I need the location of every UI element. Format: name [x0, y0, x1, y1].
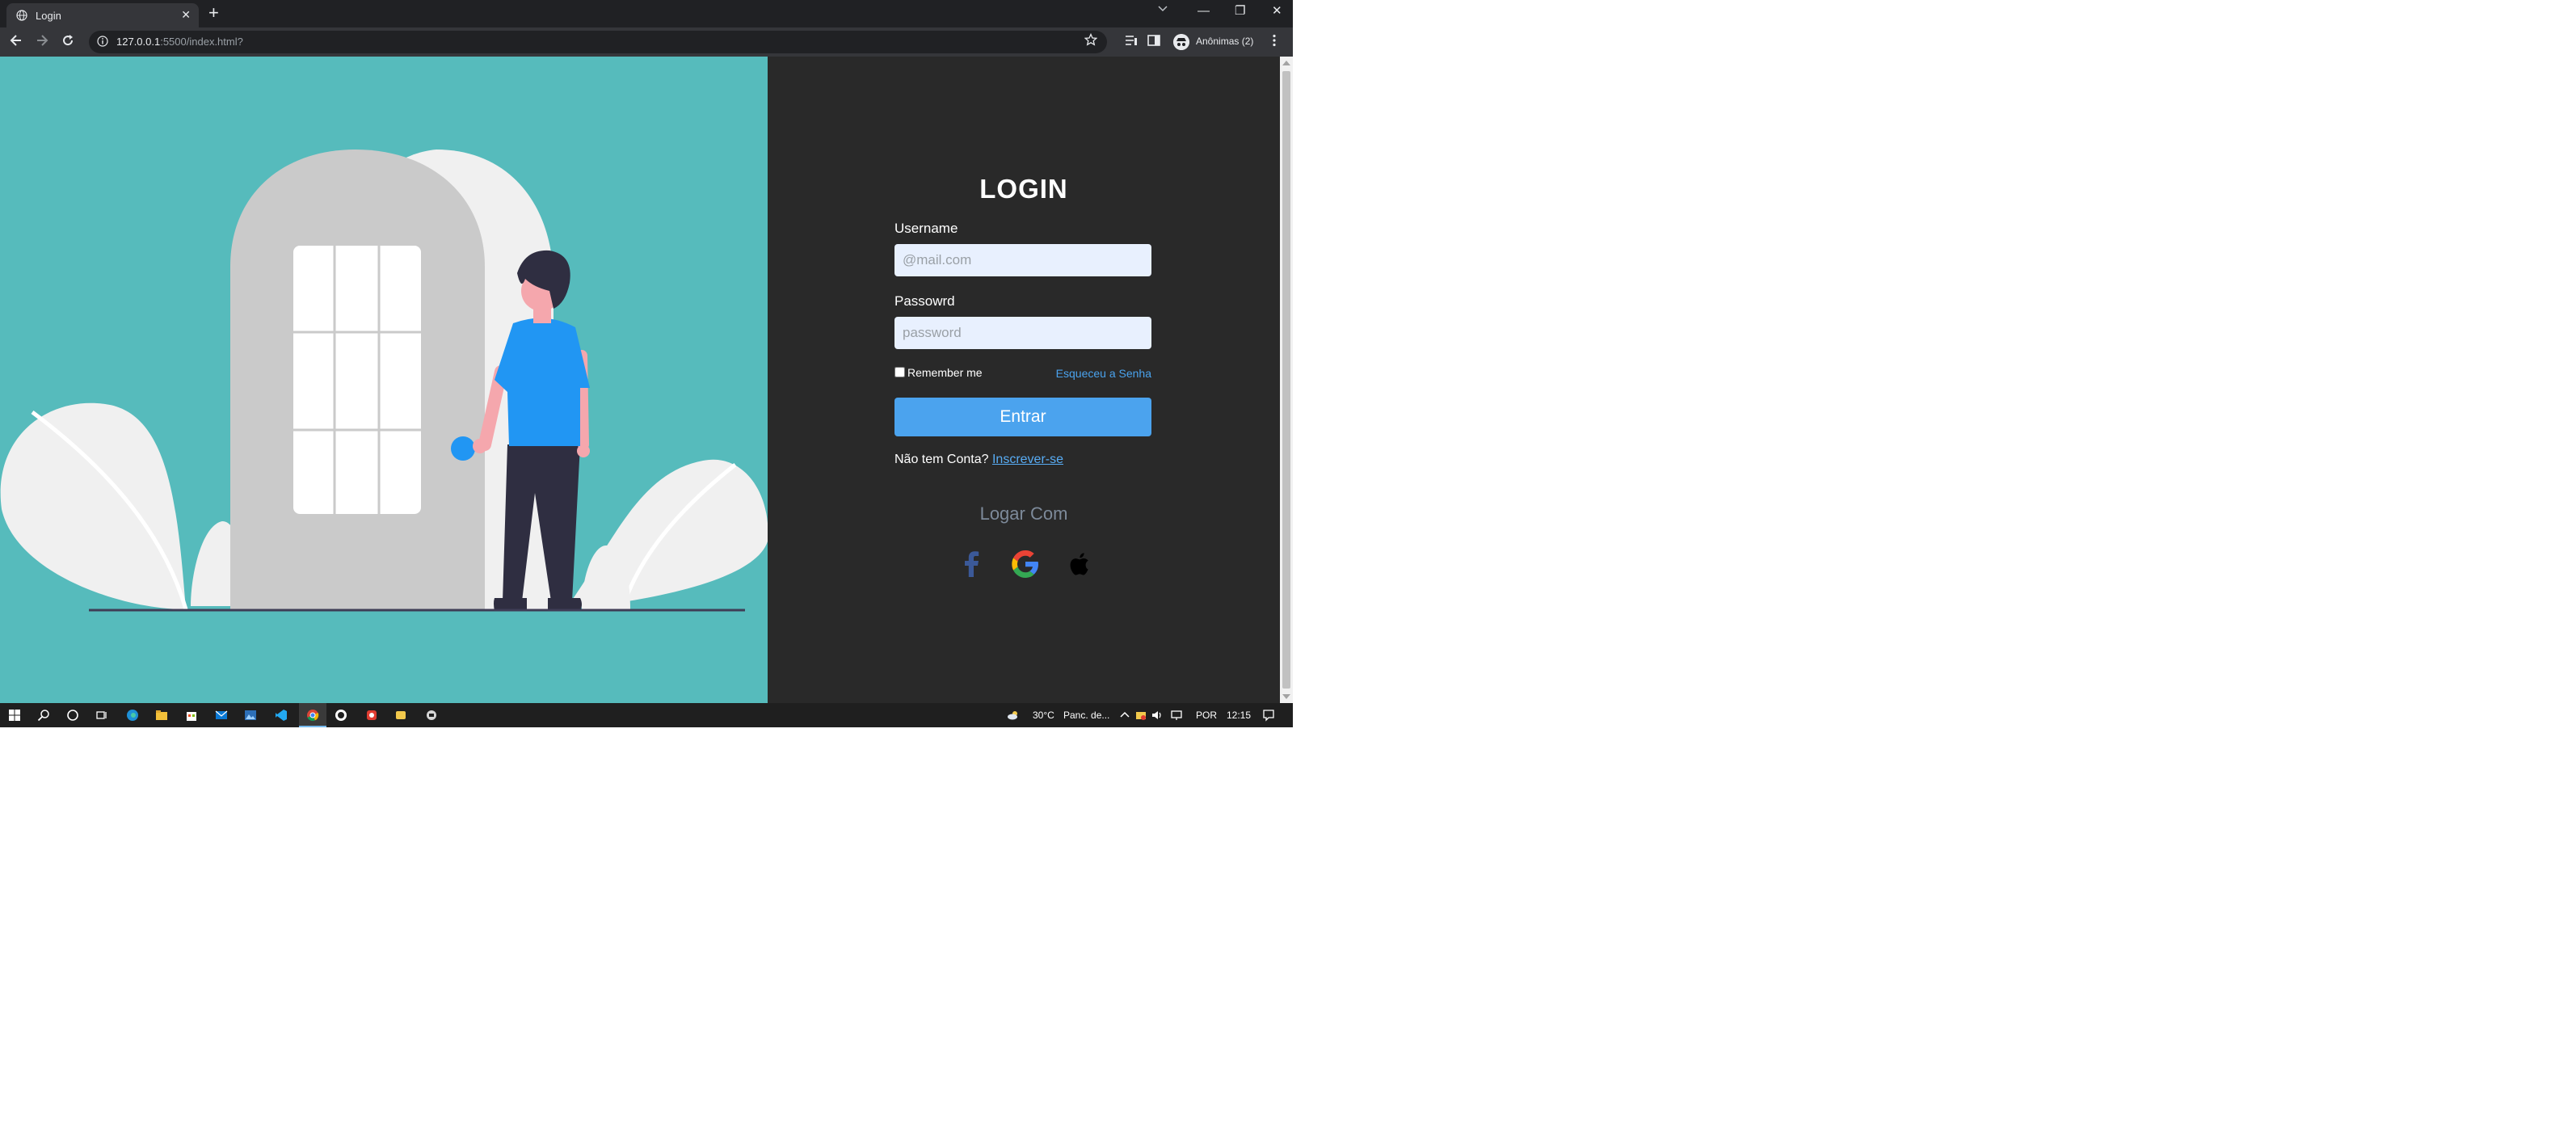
app-misc-icon[interactable] — [425, 709, 438, 722]
tab-search-icon[interactable] — [1157, 5, 1168, 13]
chrome-icon — [307, 710, 319, 722]
restore-button[interactable]: ❐ — [1235, 3, 1245, 19]
url-text[interactable]: 127.0.0.1:5500/index.html? — [116, 36, 243, 48]
login-title: LOGIN — [979, 174, 1068, 204]
photos-icon[interactable] — [244, 709, 257, 722]
minimize-button[interactable]: — — [1198, 3, 1210, 19]
github-icon[interactable] — [335, 709, 347, 722]
login-button[interactable]: Entrar — [894, 398, 1151, 436]
edge-icon[interactable] — [126, 709, 139, 722]
facebook-icon[interactable] — [956, 548, 988, 580]
site-info-icon[interactable] — [97, 36, 108, 47]
windows-start-icon[interactable] — [8, 709, 21, 722]
screen: Login ✕ + — ❐ ✕ 127.0.0.1:5500/index.htm… — [0, 0, 1293, 727]
cortana-icon[interactable] — [66, 709, 79, 722]
left-leaf — [0, 402, 242, 610]
door-knob — [451, 436, 475, 461]
page-viewport: LOGIN Username Passowrd Remember me Esqu… — [0, 57, 1280, 703]
forgot-password-link[interactable]: Esqueceu a Senha — [1056, 367, 1151, 380]
scroll-up-arrow-icon[interactable] — [1282, 61, 1290, 65]
username-label: Username — [894, 221, 958, 236]
weather-text[interactable]: Panc. de... — [1063, 710, 1109, 721]
volume-icon[interactable] — [1151, 709, 1164, 722]
signup-prompt: Não tem Conta? — [894, 453, 989, 466]
profile-label: Anônimas (2) — [1196, 36, 1254, 47]
scroll-thumb[interactable] — [1282, 71, 1290, 689]
address-bar[interactable]: 127.0.0.1:5500/index.html? — [89, 31, 1107, 53]
clock[interactable]: 12:15 — [1227, 710, 1251, 721]
url-host: 127.0.0.1 — [116, 36, 161, 48]
signup-link[interactable]: Inscrever-se — [992, 453, 1063, 466]
remember-me-label: Remember me — [907, 366, 983, 379]
new-tab-button[interactable]: + — [208, 4, 219, 22]
back-arrow-icon[interactable] — [10, 34, 23, 47]
url-path: :5500/index.html? — [160, 36, 243, 48]
tab-close-icon[interactable]: ✕ — [181, 8, 191, 21]
password-input[interactable] — [894, 317, 1151, 349]
incognito-profile-button[interactable]: Anônimas (2) — [1170, 32, 1265, 53]
app-red-icon[interactable] — [365, 709, 378, 722]
door-window — [293, 246, 421, 514]
notification-icon[interactable] — [1262, 709, 1275, 722]
username-input[interactable] — [894, 244, 1151, 276]
vscode-icon[interactable] — [275, 709, 288, 722]
signup-row: Não tem Conta? Inscrever-se — [894, 453, 1063, 467]
incognito-icon — [1173, 34, 1189, 50]
google-icon[interactable] — [1009, 548, 1042, 580]
tab-title: Login — [36, 10, 61, 22]
side-panel-icon[interactable] — [1147, 35, 1160, 46]
scroll-down-arrow-icon[interactable] — [1282, 694, 1290, 699]
mail-icon[interactable] — [215, 709, 228, 722]
tray-app-icon[interactable] — [1134, 709, 1147, 722]
store-icon[interactable] — [185, 709, 198, 722]
apple-icon[interactable] — [1063, 548, 1096, 580]
app-yellow-icon[interactable] — [394, 709, 407, 722]
language-indicator[interactable]: POR — [1196, 710, 1217, 721]
file-explorer-icon[interactable] — [155, 709, 168, 722]
search-icon[interactable] — [37, 709, 50, 722]
bookmark-star-icon[interactable] — [1084, 33, 1097, 46]
illustration-panel — [0, 57, 768, 703]
forward-arrow-icon[interactable] — [36, 34, 48, 47]
browser-tab[interactable]: Login ✕ — [6, 3, 199, 27]
login-panel: LOGIN Username Passowrd Remember me Esqu… — [768, 57, 1280, 703]
password-label: Passowrd — [894, 293, 955, 309]
remember-me-checkbox[interactable] — [894, 367, 905, 377]
reload-icon[interactable] — [61, 34, 74, 47]
windows-taskbar: 30°C Panc. de... POR 12:15 — [0, 703, 1293, 727]
page-scrollbar[interactable] — [1280, 57, 1293, 703]
login-illustration — [0, 150, 768, 612]
weather-temp[interactable]: 30°C — [1033, 710, 1054, 721]
network-icon[interactable] — [1170, 709, 1183, 722]
chevron-up-icon[interactable] — [1118, 709, 1131, 722]
right-leaf — [566, 459, 768, 610]
task-view-icon[interactable] — [95, 709, 108, 722]
close-window-button[interactable]: ✕ — [1272, 3, 1282, 19]
browser-toolbar: 127.0.0.1:5500/index.html? Anônimas (2) — [0, 27, 1293, 57]
globe-icon — [16, 10, 27, 21]
remember-me: Remember me — [894, 366, 983, 379]
menu-dots-icon[interactable] — [1272, 34, 1277, 47]
reading-list-icon[interactable] — [1125, 35, 1138, 46]
browser-tabstrip: Login ✕ + — ❐ ✕ — [0, 0, 1293, 27]
chrome-taskbar-item[interactable] — [299, 703, 326, 727]
weather-cloud-icon[interactable] — [1007, 709, 1020, 722]
social-login-heading: Logar Com — [979, 503, 1068, 524]
